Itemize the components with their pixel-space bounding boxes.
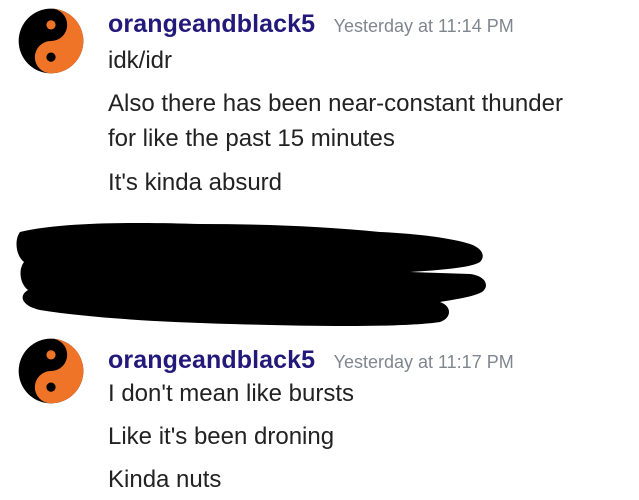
timestamp[interactable]: Yesterday at 11:14 PM: [334, 16, 514, 37]
message-header: orangeandblack5 Yesterday at 11:17 PM: [108, 346, 514, 375]
avatar[interactable]: [18, 338, 84, 404]
message-text: Kinda nuts: [108, 466, 222, 493]
message-text: I don't mean like bursts: [108, 380, 355, 407]
message-header: orangeandblack5 Yesterday at 11:14 PM: [108, 10, 514, 39]
yin-yang-icon: [18, 8, 84, 74]
username[interactable]: orangeandblack5: [108, 346, 315, 375]
timestamp[interactable]: Yesterday at 11:17 PM: [334, 352, 514, 373]
message-text: idk/idr: [108, 47, 173, 74]
message-text: Also there has been near-constant thunde…: [108, 90, 563, 117]
username[interactable]: orangeandblack5: [108, 10, 315, 39]
message-group: orangeandblack5 Yesterday at 11:17 PM I …: [0, 334, 639, 500]
message-group: orangeandblack5 Yesterday at 11:14 PM id…: [0, 0, 639, 210]
message-text: Like it's been droning: [108, 423, 335, 450]
avatar[interactable]: [18, 8, 84, 74]
message-text: It's kinda absurd: [108, 169, 283, 196]
message-text: for like the past 15 minutes: [108, 125, 395, 152]
yin-yang-icon: [18, 338, 84, 404]
